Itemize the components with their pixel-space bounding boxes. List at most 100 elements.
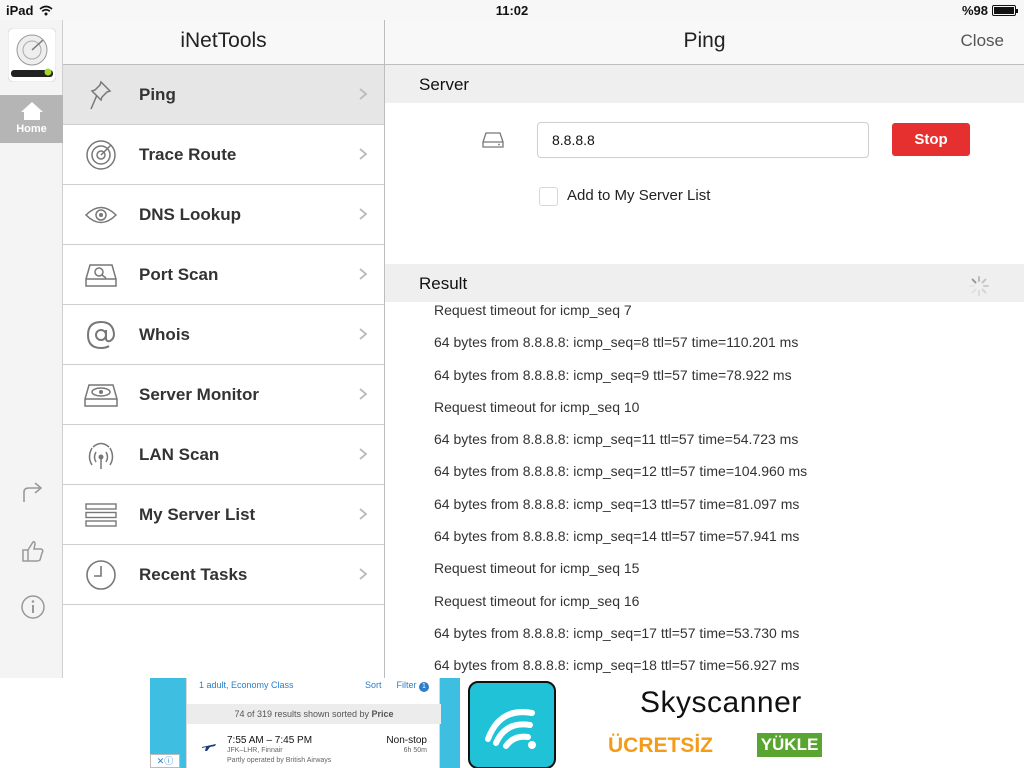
add-to-server-list-checkbox[interactable]	[539, 187, 558, 206]
ping-results-list[interactable]: Request timeout for icmp_seq 7 64 bytes f…	[385, 304, 1024, 676]
chevron-right-icon	[359, 328, 368, 340]
result-section-header: Result	[385, 264, 1024, 302]
ad-filter-count: 1	[419, 682, 429, 692]
ping-result-line: 64 bytes from 8.8.8.8: icmp_seq=17 ttl=5…	[434, 624, 800, 641]
menu-item-trace-route[interactable]: Trace Route	[63, 125, 384, 185]
drive-magnify-icon	[81, 255, 121, 295]
ping-result-line: 64 bytes from 8.8.8.8: icmp_seq=8 ttl=57…	[434, 334, 799, 351]
menu-item-my-server-list[interactable]: My Server List	[63, 485, 384, 545]
chevron-right-icon	[359, 388, 368, 400]
menu-label: Port Scan	[139, 264, 219, 284]
left-rail: Home	[0, 20, 63, 678]
ping-result-line: Request timeout for icmp_seq 16	[434, 592, 640, 609]
stop-button[interactable]: Stop	[892, 123, 970, 156]
tools-list-title: iNetTools	[63, 20, 384, 65]
chevron-right-icon	[359, 88, 368, 100]
close-button[interactable]: Close	[961, 20, 1004, 62]
ad-duration: 6h 50m	[403, 747, 427, 754]
chevron-right-icon	[359, 148, 368, 160]
eye-icon	[81, 195, 121, 235]
ping-result-line: 64 bytes from 8.8.8.8: icmp_seq=9 ttl=57…	[434, 366, 792, 383]
ad-passenger-class: 1 adult, Economy Class	[199, 680, 294, 690]
server-address-input[interactable]	[537, 122, 869, 158]
clock-icon	[81, 555, 121, 595]
ad-filter-label: Filter	[396, 680, 417, 690]
ad-flight-stops: Non-stop 6h 50m	[386, 736, 427, 756]
menu-item-whois[interactable]: Whois	[63, 305, 384, 365]
chevron-right-icon	[359, 208, 368, 220]
radar-icon	[81, 135, 121, 175]
add-to-server-list-label: Add to My Server List	[567, 187, 711, 204]
menu-label: DNS Lookup	[139, 204, 241, 224]
battery-percent: %98	[961, 3, 988, 18]
airplane-icon	[202, 744, 216, 751]
detail-title: Ping	[683, 29, 726, 52]
ad-screenshot: 1 adult, Economy Class Sort Filter 1 74 …	[150, 678, 460, 768]
skyscanner-logo-icon	[468, 681, 556, 768]
home-tab[interactable]: Home	[0, 95, 63, 143]
menu-item-server-monitor[interactable]: Server Monitor	[63, 365, 384, 425]
ad-flight-info: 7:55 AM – 7:45 PM JFK–LHR, Finnair Partl…	[227, 736, 331, 766]
ad-flight-route: JFK–LHR, Finnair	[227, 747, 283, 754]
ping-result-line: 64 bytes from 8.8.8.8: icmp_seq=18 ttl=5…	[434, 657, 800, 674]
menu-label: LAN Scan	[139, 444, 220, 464]
chevron-right-icon	[359, 268, 368, 280]
app-logo-icon[interactable]	[8, 28, 56, 82]
tools-list-panel: iNetTools Ping Trace Route DNS Lookup Po…	[63, 20, 385, 678]
menu-item-port-scan[interactable]: Port Scan	[63, 245, 384, 305]
ping-result-line: Request timeout for icmp_seq 7	[434, 304, 632, 318]
ad-flight-times: 7:55 AM – 7:45 PM	[227, 735, 313, 746]
broadcast-icon	[81, 435, 121, 475]
chevron-right-icon	[359, 448, 368, 460]
ad-filter-row: 1 adult, Economy Class Sort Filter 1	[199, 680, 429, 692]
menu-item-lan-scan[interactable]: LAN Scan	[63, 425, 384, 485]
ad-results-summary: 74 of 319 results shown sorted by Price	[187, 704, 441, 724]
at-sign-icon	[81, 315, 121, 355]
menu-label: Recent Tasks	[139, 564, 248, 584]
ad-sort-label: Sort	[364, 680, 382, 690]
ad-summary-sort: Price	[371, 709, 394, 719]
chevron-right-icon	[359, 508, 368, 520]
thumbs-up-icon[interactable]	[20, 538, 46, 564]
detail-header: Ping Close	[385, 20, 1024, 65]
home-icon	[20, 102, 43, 120]
share-icon[interactable]	[20, 480, 46, 506]
menu-item-ping[interactable]: Ping	[63, 65, 384, 125]
menu-label: Whois	[139, 324, 190, 344]
menu-item-dns-lookup[interactable]: DNS Lookup	[63, 185, 384, 245]
home-label: Home	[16, 123, 47, 135]
loading-spinner-icon	[969, 276, 989, 296]
status-time: 11:02	[495, 3, 529, 18]
result-section-title: Result	[419, 274, 468, 293]
server-form: Stop Add to My Server List	[385, 103, 1024, 264]
pushpin-icon	[81, 75, 121, 115]
ad-summary-text: 74 of 319 results shown sorted by	[234, 709, 370, 719]
drive-monitor-icon	[81, 375, 121, 415]
ad-banner[interactable]: 1 adult, Economy Class Sort Filter 1 74 …	[150, 678, 877, 768]
status-bar: iPad 11:02 %98	[0, 0, 1024, 20]
ping-result-line: 64 bytes from 8.8.8.8: icmp_seq=11 ttl=5…	[434, 431, 799, 448]
ping-result-line: Request timeout for icmp_seq 15	[434, 560, 640, 577]
ping-results-content: Request timeout for icmp_seq 7 64 bytes f…	[385, 304, 1024, 676]
server-section-header: Server	[385, 65, 1024, 103]
menu-label: Ping	[139, 84, 176, 104]
ad-brand-name: Skyscanner	[640, 686, 802, 719]
menu-item-recent-tasks[interactable]: Recent Tasks	[63, 545, 384, 605]
ad-sort-filter: Sort Filter 1	[365, 680, 429, 692]
ad-free-label: ÜCRETSİZ	[608, 734, 713, 757]
ping-result-line: 64 bytes from 8.8.8.8: icmp_seq=14 ttl=5…	[434, 528, 800, 545]
info-icon[interactable]	[20, 594, 46, 620]
menu-label: My Server List	[139, 504, 256, 524]
ad-phone-screen: 1 adult, Economy Class Sort Filter 1 74 …	[186, 678, 441, 768]
ping-detail-panel: Ping Close Server Stop Add to My Server …	[385, 20, 1024, 678]
battery-fill	[994, 7, 1014, 14]
menu-label: Server Monitor	[139, 384, 259, 404]
ad-install-button[interactable]: YÜKLE	[757, 733, 822, 757]
ad-flight-operator: Partly operated by British Airways	[227, 757, 332, 764]
ad-choices-icon[interactable]: ✕ⓘ	[150, 754, 180, 768]
ping-result-line: Request timeout for icmp_seq 10	[434, 398, 640, 415]
list-icon	[81, 495, 121, 535]
hard-drive-icon	[482, 132, 504, 148]
battery-icon	[992, 5, 1018, 16]
menu-label: Trace Route	[139, 144, 237, 164]
